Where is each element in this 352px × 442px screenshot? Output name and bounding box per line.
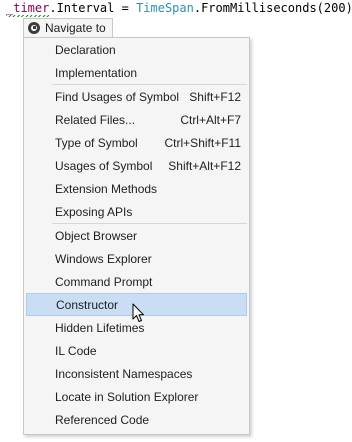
menu-item-referenced-code[interactable]: Referenced Code	[26, 408, 247, 431]
menu-item-shortcut: Shift+F12	[189, 89, 241, 104]
menu-item-declaration[interactable]: Declaration	[26, 38, 247, 61]
navigate-to-menu: Declaration Implementation Find Usages o…	[23, 37, 250, 435]
menu-item-exposing-apis[interactable]: Exposing APIs	[26, 200, 247, 223]
menu-item-label: Inconsistent Namespaces	[55, 366, 193, 381]
code-line: _timer .Interval = TimeSpan.FromMilliseco…	[0, 0, 352, 17]
code-type-token: TimeSpan	[136, 1, 194, 15]
menu-item-related-files[interactable]: Related Files... Ctrl+Alt+F7	[26, 108, 247, 131]
menu-item-command-prompt[interactable]: Command Prompt	[26, 270, 247, 293]
menu-item-label: Declaration	[55, 42, 116, 57]
menu-item-label: Usages of Symbol	[55, 158, 153, 173]
menu-item-label: Find Usages of Symbol	[55, 89, 180, 104]
warning-squiggle	[6, 15, 50, 17]
menu-item-inconsistent-namespaces[interactable]: Inconsistent Namespaces	[26, 362, 247, 385]
menu-item-label: Implementation	[55, 65, 138, 80]
menu-item-label: Windows Explorer	[55, 251, 152, 266]
menu-item-usages-of-symbol[interactable]: Usages of Symbol Shift+Alt+F12	[26, 154, 247, 177]
menu-item-label: Exposing APIs	[55, 204, 133, 219]
menu-item-label: Object Browser	[55, 228, 138, 243]
menu-item-shortcut: Shift+Alt+F12	[168, 158, 241, 173]
menu-item-extension-methods[interactable]: Extension Methods	[26, 177, 247, 200]
code-method-token: .FromMilliseconds(200);	[193, 1, 352, 15]
menu-item-label: Related Files...	[55, 112, 136, 127]
menu-group-tools: Object Browser Windows Explorer Command …	[24, 224, 249, 431]
menu-item-locate-in-solution-explorer[interactable]: Locate in Solution Explorer	[26, 385, 247, 408]
menu-item-windows-explorer[interactable]: Windows Explorer	[26, 247, 247, 270]
menu-item-label: Referenced Code	[55, 412, 150, 427]
menu-item-object-browser[interactable]: Object Browser	[26, 224, 247, 247]
navigate-to-header: Navigate to	[23, 18, 113, 38]
menu-item-label: IL Code	[55, 343, 97, 358]
menu-item-shortcut: Ctrl+Alt+F7	[180, 112, 241, 127]
menu-item-label: Extension Methods	[55, 181, 158, 196]
menu-item-shortcut: Ctrl+Shift+F11	[164, 135, 241, 150]
code-member-token: .Interval =	[49, 1, 137, 15]
navigate-to-label: Navigate to	[45, 21, 106, 35]
menu-item-label: Locate in Solution Explorer	[55, 389, 199, 404]
menu-item-type-of-symbol[interactable]: Type of Symbol Ctrl+Shift+F11	[26, 131, 247, 154]
menu-item-il-code[interactable]: IL Code	[26, 339, 247, 362]
menu-item-label: Hidden Lifetimes	[55, 320, 145, 335]
menu-item-label: Command Prompt	[55, 274, 153, 289]
mouse-pointer-icon	[132, 303, 144, 322]
code-field-token: _timer	[6, 1, 50, 17]
navigate-icon	[28, 22, 40, 34]
menu-item-find-usages-of-symbol[interactable]: Find Usages of Symbol Shift+F12	[26, 85, 247, 108]
menu-group-primary: Declaration Implementation	[24, 38, 249, 84]
menu-item-implementation[interactable]: Implementation	[26, 61, 247, 84]
menu-item-label: Constructor	[56, 297, 119, 312]
menu-group-usages: Find Usages of Symbol Shift+F12 Related …	[24, 85, 249, 223]
menu-item-label: Type of Symbol	[55, 135, 138, 150]
